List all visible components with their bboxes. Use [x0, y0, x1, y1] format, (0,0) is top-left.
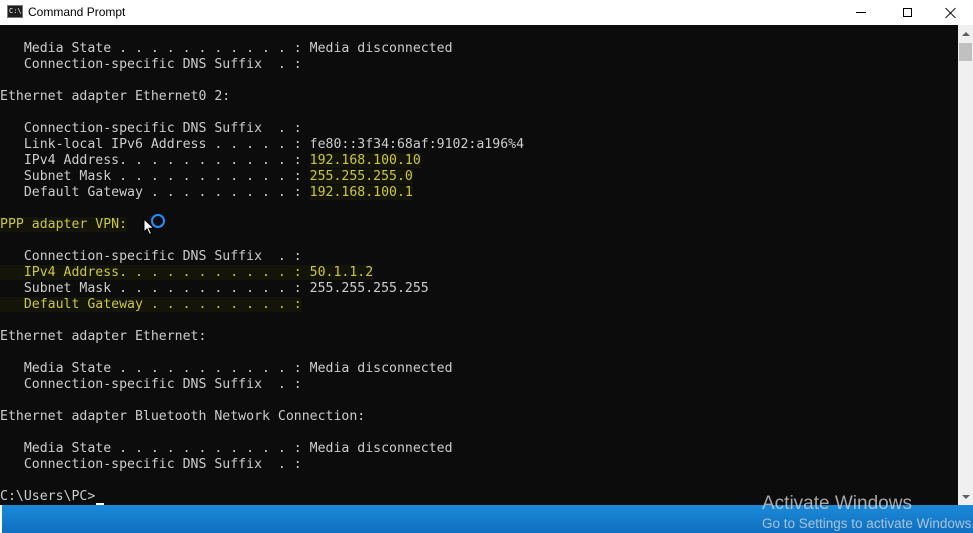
console-line: Media State . . . . . . . . . . . : Medi…	[0, 41, 453, 57]
console-line-text: IPv4 Address. . . . . . . . . . . : 50.1…	[0, 265, 374, 280]
minimize-icon	[856, 12, 866, 13]
console-line-text: Connection-specific DNS Suffix . :	[0, 377, 302, 392]
maximize-icon	[902, 8, 912, 17]
activation-watermark-title: Activate Windows	[762, 493, 912, 514]
console-line-text: Subnet Mask . . . . . . . . . . . : 255.…	[0, 281, 429, 296]
console-line: Subnet Mask . . . . . . . . . . . : 255.…	[0, 169, 413, 185]
close-button[interactable]	[928, 0, 973, 25]
console-line-text: Ethernet adapter Ethernet:	[0, 329, 207, 344]
console-line-text: Subnet Mask . . . . . . . . . . . :	[0, 169, 310, 184]
console-line-value: 192.168.100.10	[309, 153, 421, 168]
maximize-button[interactable]	[884, 0, 930, 25]
console-line: Connection-specific DNS Suffix . :	[0, 377, 302, 393]
console-line: PPP adapter VPN:	[0, 217, 128, 233]
console-line-text: Ethernet adapter Ethernet0 2:	[0, 89, 231, 104]
taskbar-edge	[0, 505, 2, 533]
console-line-value: 192.168.100.1	[309, 185, 413, 200]
console-line: Ethernet adapter Bluetooth Network Conne…	[0, 409, 365, 425]
console-line-text: Default Gateway . . . . . . . . . :	[0, 297, 302, 312]
console-line: Ethernet adapter Ethernet:	[0, 329, 206, 345]
console-line: Media State . . . . . . . . . . . : Medi…	[0, 361, 453, 377]
cmd-icon: C:\	[7, 5, 23, 18]
console-line: Subnet Mask . . . . . . . . . . . : 255.…	[0, 281, 429, 297]
console-line: C:\Users\PC>	[0, 489, 95, 505]
arrow-up-icon	[961, 31, 970, 36]
console-line-text: Media State . . . . . . . . . . . : Medi…	[0, 361, 453, 376]
console-line: Media State . . . . . . . . . . . : Medi…	[0, 441, 453, 457]
activation-watermark-subtitle: Go to Settings to activate Windows.	[762, 516, 973, 531]
scroll-down-button[interactable]	[958, 488, 973, 505]
console-line: Default Gateway . . . . . . . . . :	[0, 297, 302, 313]
console-line: Link-local IPv6 Address . . . . . : fe80…	[0, 137, 524, 153]
console-line-text: Link-local IPv6 Address . . . . . : fe80…	[0, 137, 525, 152]
scroll-thumb[interactable]	[959, 43, 972, 61]
title-bar[interactable]: C:\ Command Prompt	[0, 0, 973, 25]
console-line: IPv4 Address. . . . . . . . . . . : 50.1…	[0, 265, 374, 281]
window-title: Command Prompt	[28, 5, 126, 19]
console-line: Connection-specific DNS Suffix . :	[0, 249, 302, 265]
console-line: Connection-specific DNS Suffix . :	[0, 121, 302, 137]
console-line-text: PPP adapter VPN:	[0, 217, 128, 232]
console-line-text: Media State . . . . . . . . . . . : Medi…	[0, 441, 453, 456]
console-line-text: Connection-specific DNS Suffix . :	[0, 249, 302, 264]
console-line-text: C:\Users\PC>	[0, 489, 96, 504]
scroll-up-button[interactable]	[958, 25, 973, 42]
arrow-down-icon	[961, 494, 970, 499]
console-line-text: IPv4 Address. . . . . . . . . . . :	[0, 153, 310, 168]
minimize-button[interactable]	[838, 0, 884, 25]
console-line-text: Connection-specific DNS Suffix . :	[0, 457, 302, 472]
close-icon	[945, 7, 957, 19]
console-line-text: Default Gateway . . . . . . . . . :	[0, 185, 310, 200]
console-line-text: Media State . . . . . . . . . . . : Medi…	[0, 41, 453, 56]
console-line: Connection-specific DNS Suffix . :	[0, 57, 302, 73]
console-line-text: Connection-specific DNS Suffix . :	[0, 121, 302, 136]
console-line: IPv4 Address. . . . . . . . . . . : 192.…	[0, 153, 421, 169]
busy-spinner-icon	[151, 214, 165, 228]
console-line-text: Ethernet adapter Bluetooth Network Conne…	[0, 409, 366, 424]
console-line: Connection-specific DNS Suffix . :	[0, 457, 302, 473]
console-line: Ethernet adapter Ethernet0 2:	[0, 89, 230, 105]
console-line-value: 255.255.255.0	[309, 169, 413, 184]
console-line-text: Connection-specific DNS Suffix . :	[0, 57, 302, 72]
vertical-scrollbar[interactable]	[958, 25, 973, 505]
console-output[interactable]: Media State . . . . . . . . . . . : Medi…	[0, 25, 958, 505]
console-line: Default Gateway . . . . . . . . . : 192.…	[0, 185, 413, 201]
